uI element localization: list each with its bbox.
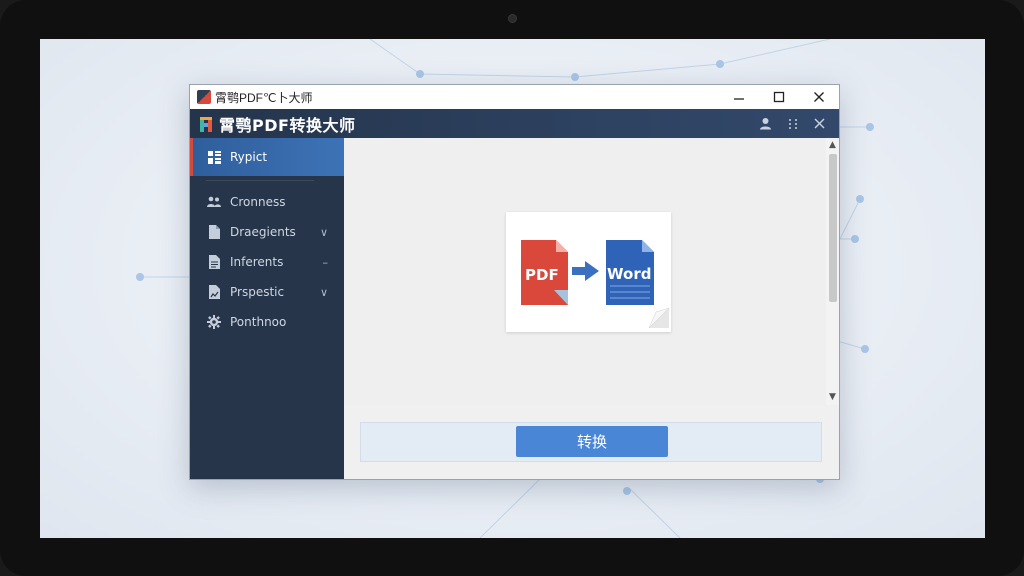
sidebar-item-prspestic[interactable]: Prspestic ∨ [190, 277, 344, 307]
chevron-down-icon[interactable]: ∨ [320, 277, 328, 307]
pdf-file-icon: PDF [521, 240, 568, 305]
sidebar-item-label: Cronness [230, 195, 286, 209]
user-button[interactable] [752, 109, 779, 138]
sidebar-item-label: Draegients [230, 225, 296, 239]
user-icon [760, 118, 771, 130]
sidebar-item-inferents[interactable]: Inferents – [190, 247, 344, 277]
app-name: 霄鹗PDF转换大师 [219, 115, 356, 135]
gear-icon [206, 314, 222, 330]
file-text-icon [206, 254, 222, 270]
sidebar-item-cronness[interactable]: Cronness [190, 187, 344, 217]
sidebar-item-label: Ponthnoo [230, 315, 287, 329]
document-icon [206, 224, 222, 240]
dots-menu-icon [788, 118, 797, 129]
main-content: PDF Word ▲ ▼ 转换 [344, 138, 839, 479]
app-logo-icon [198, 115, 214, 133]
close-button[interactable] [799, 85, 839, 109]
maximize-icon [773, 91, 785, 103]
sidebar: Rypict Cronness Draegients ∨ Inferents – [190, 138, 344, 479]
scroll-thumb[interactable] [829, 154, 837, 302]
preview-scrollbar[interactable]: ▲ ▼ [826, 138, 839, 405]
app-header-controls [752, 109, 833, 138]
conversion-preview-card: PDF Word [506, 212, 671, 332]
pdf-label: PDF [525, 266, 559, 284]
app-close-button[interactable] [806, 109, 833, 138]
window-title: 霄鹗PDF℃卜大师 [215, 90, 313, 105]
sidebar-item-label: Inferents [230, 255, 284, 269]
window-titlebar[interactable]: 霄鹗PDF℃卜大师 [190, 85, 839, 109]
minimize-button[interactable] [719, 85, 759, 109]
sidebar-divider [206, 180, 314, 181]
sidebar-item-rypict[interactable]: Rypict [190, 138, 344, 176]
word-label: Word [607, 265, 651, 283]
preview-area[interactable]: PDF Word [344, 138, 826, 405]
close-icon [814, 118, 825, 129]
collapse-icon[interactable]: – [323, 247, 329, 277]
close-icon [814, 92, 824, 102]
maximize-button[interactable] [759, 85, 799, 109]
camera-dot [508, 14, 517, 23]
pdf-to-word-illustration: PDF Word [521, 240, 670, 329]
app-small-icon [197, 90, 211, 104]
file-chart-icon [206, 284, 222, 300]
window-controls [719, 85, 839, 109]
arrow-right-icon [572, 261, 599, 281]
sidebar-item-label: Prspestic [230, 285, 285, 299]
sidebar-item-draegients[interactable]: Draegients ∨ [190, 217, 344, 247]
chevron-down-icon[interactable]: ∨ [320, 217, 328, 247]
sidebar-item-label: Rypict [230, 150, 268, 164]
convert-button[interactable]: 转换 [516, 426, 668, 457]
app-window: 霄鹗PDF℃卜大师 霄鹗PDF转换大师 Rypict Cronness Drae… [189, 84, 840, 480]
app-header: 霄鹗PDF转换大师 [190, 109, 839, 138]
users-icon [206, 194, 222, 210]
action-panel: 转换 [360, 422, 822, 462]
sidebar-item-ponthnoo[interactable]: Ponthnoo [190, 307, 344, 337]
minimize-icon [734, 98, 744, 100]
scroll-down-icon[interactable]: ▼ [826, 390, 839, 404]
grid-icon [206, 149, 222, 165]
menu-button[interactable] [779, 109, 806, 138]
word-file-icon: Word [606, 240, 654, 305]
scroll-up-icon[interactable]: ▲ [826, 138, 839, 152]
